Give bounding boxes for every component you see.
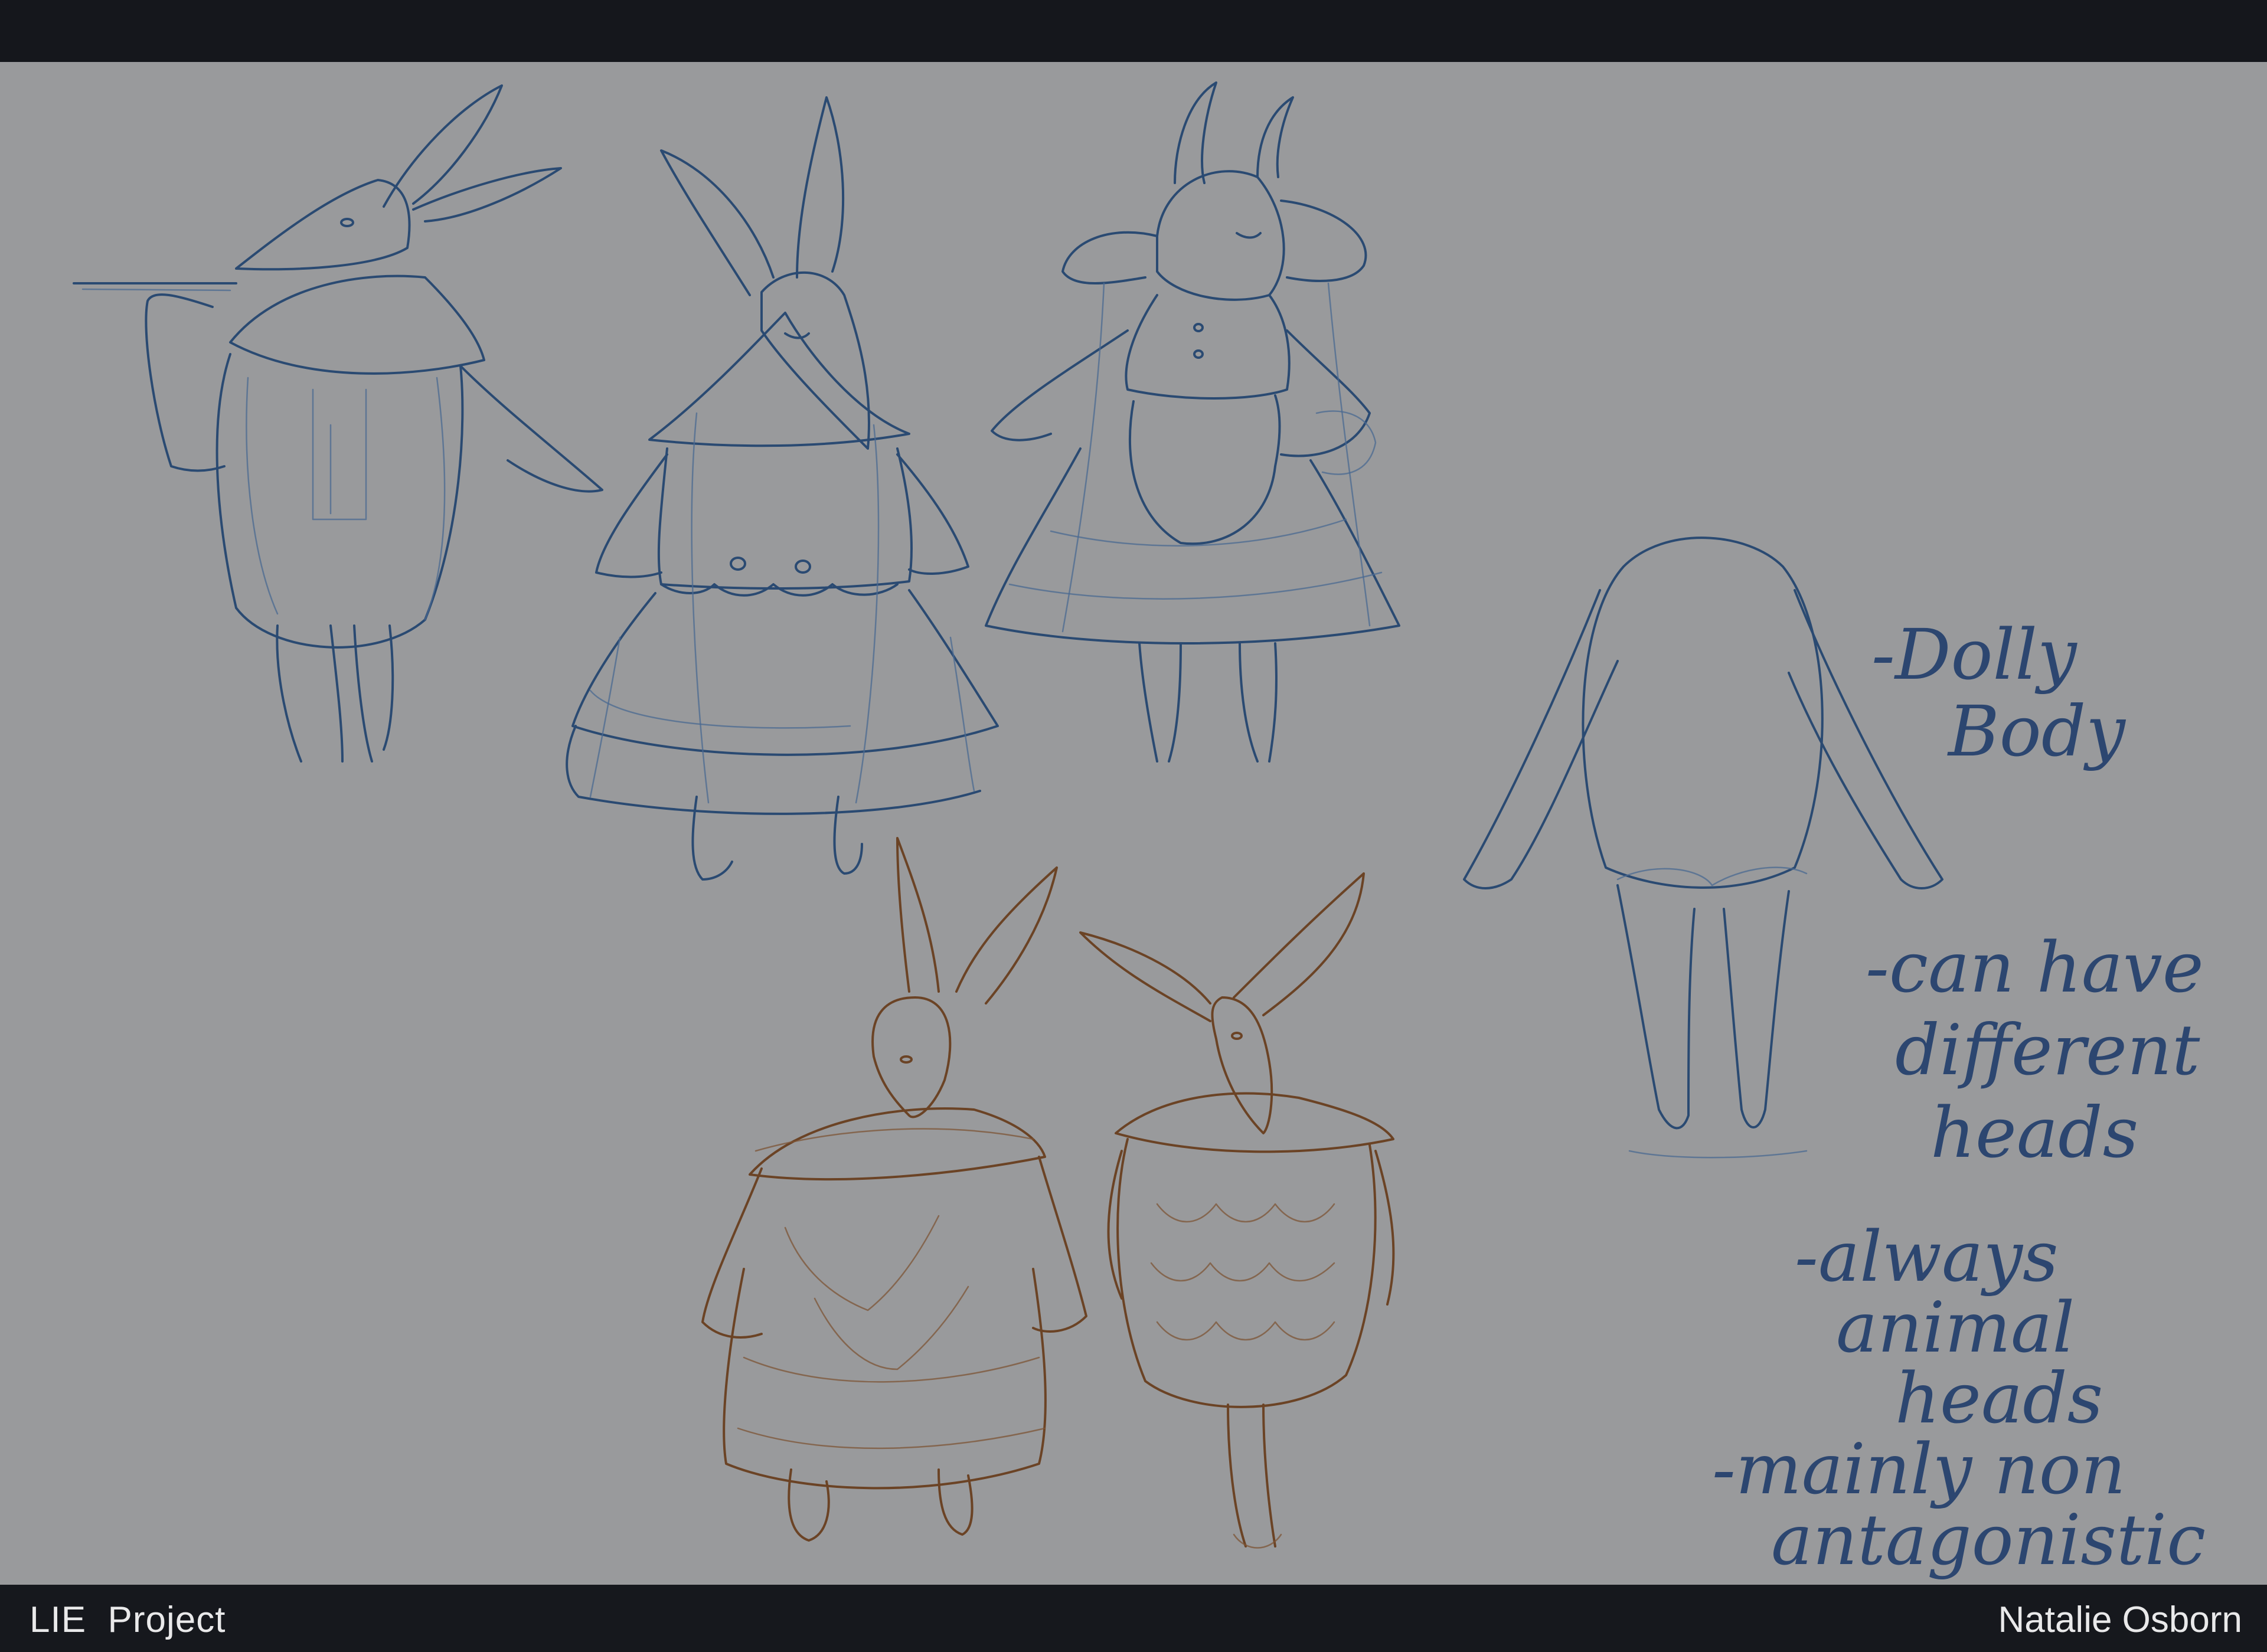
note-line: Body <box>1947 691 2126 772</box>
sketch-figure-apron-dress <box>985 81 1400 763</box>
sketch-artwork: -Dolly Body -can have different heads -a… <box>73 81 2206 1581</box>
sketch-canvas: -Dolly Body -can have different heads -a… <box>0 62 2267 1585</box>
sketch-figure-brown-robe <box>701 837 1087 1542</box>
footer-bar: LIE Project Natalie Osborn <box>0 1585 2267 1652</box>
sketch-notes: -Dolly Body -can have different heads -a… <box>1712 614 2206 1581</box>
project-title: LIE Project <box>30 1599 226 1640</box>
note-line: different <box>1895 1009 2200 1091</box>
top-bar <box>0 0 2267 62</box>
artist-name: Natalie Osborn <box>1998 1599 2242 1640</box>
sketch-figure-layered-dress <box>566 96 999 881</box>
note-line: heads <box>1895 1357 2103 1439</box>
note-line: animal <box>1836 1287 2075 1368</box>
note-line: heads <box>1930 1092 2138 1173</box>
sketch-figure-dolly-body <box>1463 537 1943 1159</box>
sketch-figure-brown-scales <box>1079 872 1395 1549</box>
note-line: -always <box>1795 1216 2059 1297</box>
note-line: -can have <box>1866 927 2204 1008</box>
sketch-figure-pointing <box>73 84 603 763</box>
note-line: -mainly non <box>1712 1428 2126 1510</box>
note-line: -Dolly <box>1871 614 2077 695</box>
note-line: antagonistic <box>1771 1499 2206 1581</box>
